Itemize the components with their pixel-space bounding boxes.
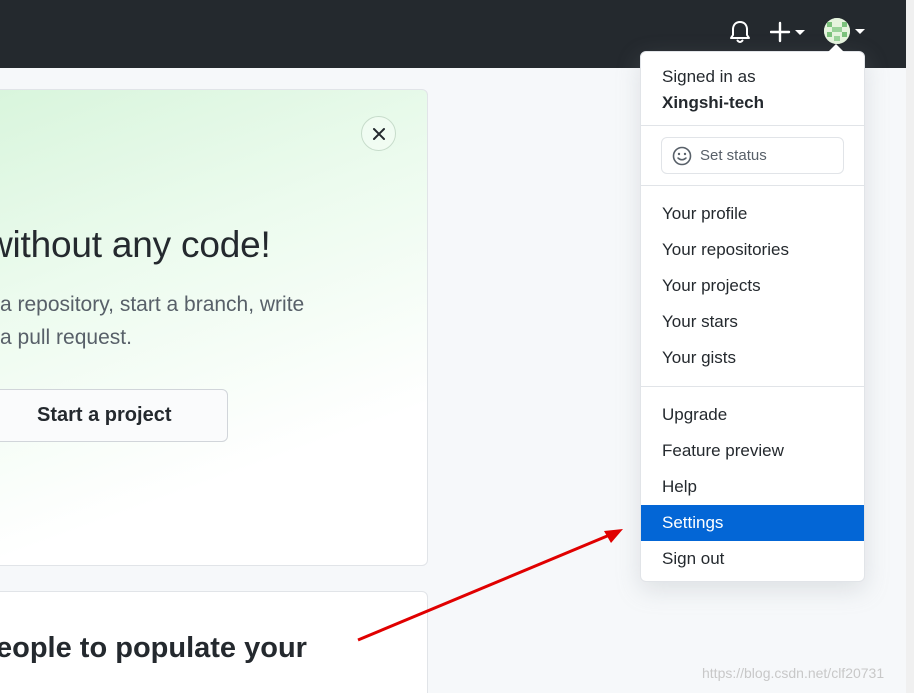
user-menu-toggle[interactable] bbox=[824, 18, 868, 46]
set-status-label: Set status bbox=[700, 147, 767, 164]
avatar bbox=[824, 18, 850, 44]
plus-icon bbox=[769, 21, 805, 43]
chevron-down-icon bbox=[855, 29, 865, 34]
smiley-icon bbox=[672, 146, 692, 165]
menu-item-your-profile[interactable]: Your profile bbox=[641, 196, 864, 232]
menu-item-your-repositories[interactable]: Your repositories bbox=[641, 232, 864, 268]
menu-item-feature-preview[interactable]: Feature preview bbox=[641, 433, 864, 469]
username: Xingshi-tech bbox=[662, 93, 765, 112]
user-dropdown-menu: Signed in as Xingshi-tech Set status You… bbox=[640, 51, 865, 582]
start-project-button[interactable]: Start a project bbox=[0, 389, 228, 442]
banner-description-line: a repository, start a branch, write bbox=[0, 293, 305, 316]
menu-item-upgrade[interactable]: Upgrade bbox=[641, 397, 864, 433]
banner-description: a repository, start a branch, write a pu… bbox=[0, 288, 380, 354]
scrollbar-track[interactable] bbox=[906, 0, 914, 693]
banner-description-line: a pull request. bbox=[0, 326, 132, 349]
menu-item-sign-out[interactable]: Sign out bbox=[641, 541, 864, 577]
signed-in-label: Signed in as bbox=[662, 67, 756, 86]
banner-title: without any code! bbox=[0, 224, 271, 265]
menu-divider bbox=[641, 386, 864, 387]
bell-icon[interactable] bbox=[728, 19, 752, 45]
menu-item-settings[interactable]: Settings bbox=[641, 505, 864, 541]
dismiss-banner-button[interactable] bbox=[361, 116, 396, 151]
dropdown-caret bbox=[828, 44, 844, 52]
explore-card-title: eople to populate your bbox=[0, 632, 307, 664]
create-new-dropdown[interactable] bbox=[769, 20, 808, 44]
menu-divider bbox=[641, 125, 864, 126]
menu-item-your-stars[interactable]: Your stars bbox=[641, 304, 864, 340]
menu-item-your-projects[interactable]: Your projects bbox=[641, 268, 864, 304]
menu-divider bbox=[641, 185, 864, 186]
menu-item-your-gists[interactable]: Your gists bbox=[641, 340, 864, 376]
set-status-button[interactable]: Set status bbox=[661, 137, 844, 174]
watermark: https://blog.csdn.net/clf20731 bbox=[702, 665, 885, 681]
menu-item-help[interactable]: Help bbox=[641, 469, 864, 505]
close-icon bbox=[372, 127, 385, 140]
